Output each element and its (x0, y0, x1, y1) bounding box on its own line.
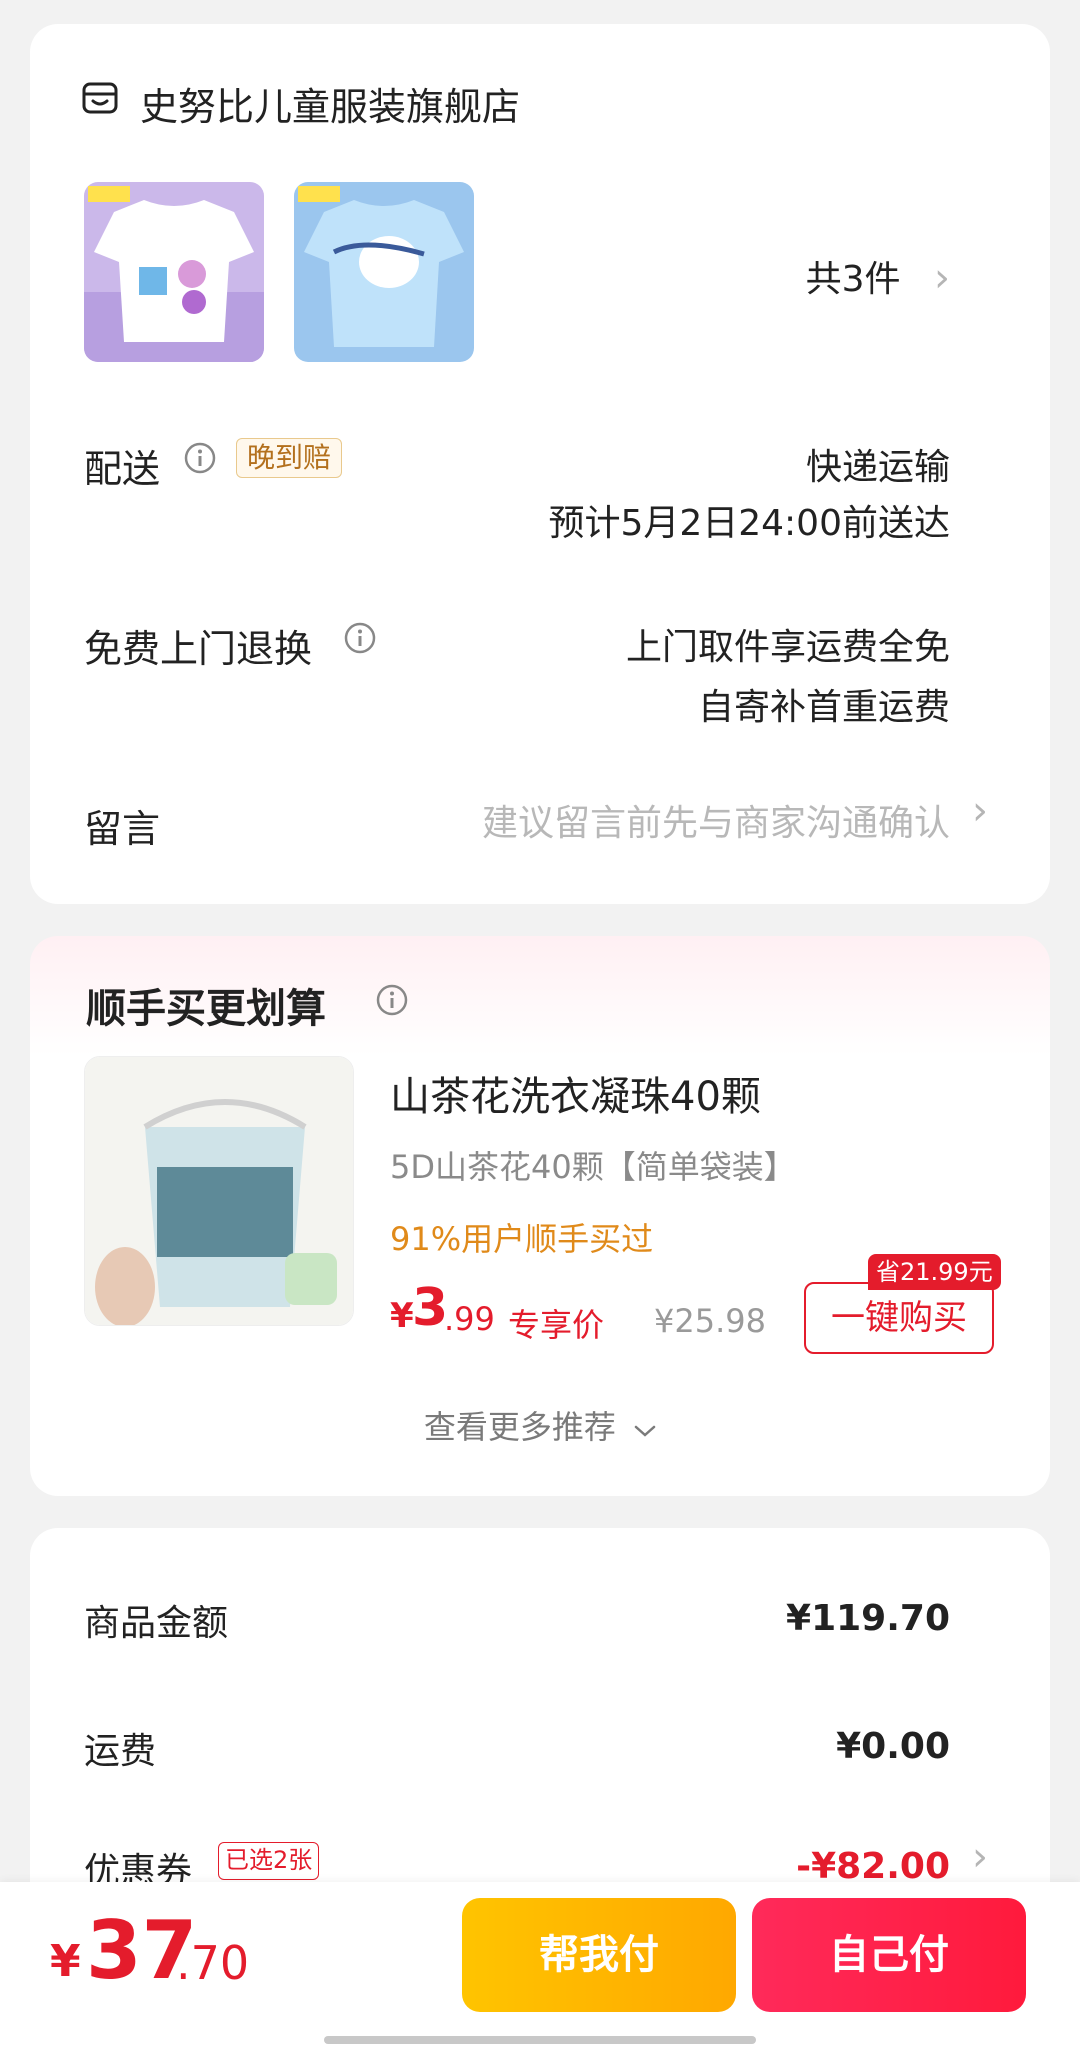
info-icon[interactable] (376, 984, 408, 1016)
coupon-value[interactable]: -¥82.00 (796, 1846, 950, 1887)
delivery-method: 快递运输 (805, 447, 950, 488)
price-integer: 3 (412, 1278, 449, 1338)
total-decimal: .70 (176, 1936, 250, 1990)
late-compensation-badge: 晚到赔 (236, 438, 343, 478)
chevron-right-icon: › (934, 255, 950, 301)
delivery-label: 配送 (84, 447, 161, 491)
more-recommendations-link[interactable]: 查看更多推荐 (30, 1402, 1050, 1448)
shipping-value: ¥0.00 (836, 1726, 950, 1767)
product-thumbnail[interactable] (84, 182, 264, 362)
chevron-right-icon: › (972, 1834, 988, 1880)
chevron-down-icon (634, 1408, 656, 1446)
savings-badge: 省21.99元 (868, 1254, 1001, 1290)
upsell-purchase-stat: 91%用户顺手买过 (390, 1220, 654, 1258)
upsell-product-image[interactable] (84, 1056, 354, 1326)
home-indicator[interactable] (324, 2036, 756, 2044)
exclusive-price-label: 专享价 (508, 1306, 605, 1344)
returns-label: 免费上门退换 (84, 627, 313, 671)
help-me-pay-button[interactable]: 帮我付 (462, 1898, 736, 2012)
one-click-buy-button[interactable]: 一键购买 (804, 1282, 994, 1354)
shop-name[interactable]: 史努比儿童服装旗舰店 (140, 76, 520, 131)
message-label: 留言 (84, 807, 161, 851)
coupon-selected-badge: 已选2张 (218, 1842, 320, 1880)
item-count[interactable]: 共3件 › (806, 250, 950, 302)
order-card: 史努比儿童服装旗舰店 共3件 › 配送 晚到赔 快递运输 预计5月2日24:00… (30, 24, 1050, 904)
price-symbol: ¥ (390, 1296, 414, 1336)
message-input[interactable]: 建议留言前先与商家沟通确认 (482, 794, 950, 846)
upsell-product-spec[interactable]: 5D山茶花40颗【简单袋装】 (390, 1142, 796, 1188)
returns-line1: 上门取件享运费全免 (625, 627, 950, 668)
info-icon[interactable] (184, 442, 216, 474)
upsell-product-name[interactable]: 山茶花洗衣凝珠40颗 (390, 1064, 761, 1122)
upsell-card: 顺手买更划算 山茶花洗衣凝珠40颗 5D山茶花40颗【简单袋装】 91%用户顺手… (30, 936, 1050, 1496)
delivery-eta: 预计5月2日24:00前送达 (548, 503, 950, 544)
pay-myself-button[interactable]: 自己付 (752, 1898, 1026, 2012)
goods-amount-label: 商品金额 (84, 1603, 229, 1644)
price-decimal: .99 (444, 1300, 495, 1338)
upsell-title: 顺手买更划算 (86, 986, 326, 1032)
product-thumbnail[interactable] (294, 182, 474, 362)
returns-line2: 自寄补首重运费 (697, 687, 950, 728)
total-symbol: ¥ (50, 1936, 81, 1987)
checkout-bar: ¥ 37 .70 帮我付 自己付 (0, 1882, 1080, 2048)
shop-icon (82, 80, 118, 116)
shipping-label: 运费 (84, 1731, 157, 1772)
chevron-right-icon: › (972, 788, 988, 834)
original-price: ¥25.98 (654, 1302, 766, 1340)
info-icon[interactable] (344, 622, 376, 654)
goods-amount-value: ¥119.70 (786, 1598, 950, 1639)
